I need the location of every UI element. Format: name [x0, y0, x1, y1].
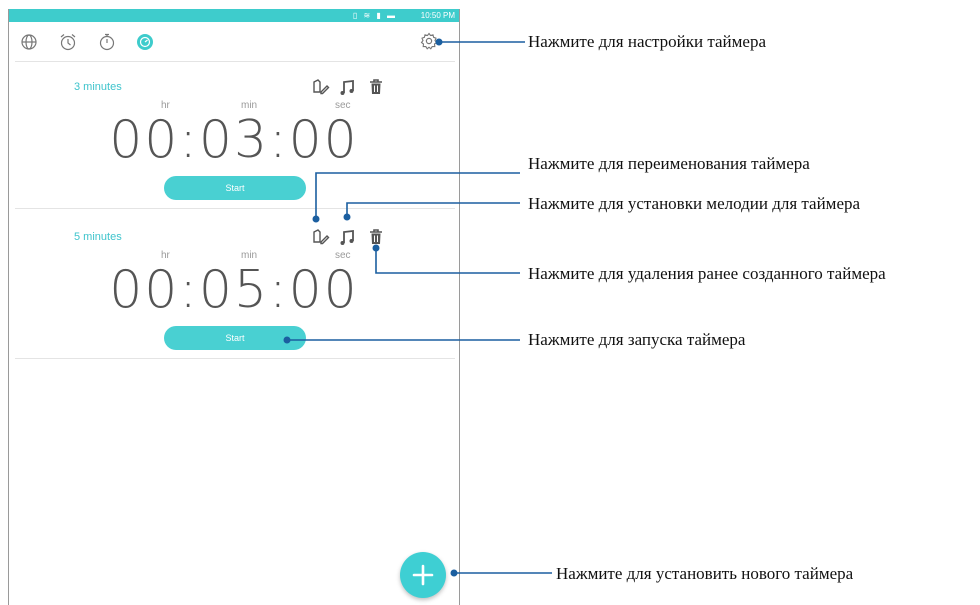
stopwatch-icon: [99, 33, 115, 51]
start-button[interactable]: Start: [164, 326, 306, 350]
rename-tag-icon: [313, 79, 330, 95]
globe-icon: [21, 34, 37, 50]
rename-tag-icon: [313, 229, 330, 245]
music-note-icon: [340, 229, 354, 245]
status-icons: ▯ ≋ ▮ ▬: [352, 11, 397, 20]
timer-icon: [137, 34, 153, 50]
trash-icon: [370, 229, 382, 244]
callout-rename: Нажмите для переименования таймера: [528, 154, 810, 173]
divider: [15, 358, 455, 359]
callout-add: Нажмите для установить нового таймера: [556, 564, 854, 583]
tablet-screen: ▯ ≋ ▮ ▬ 10:50 PM 3 minutes hr min sec 00…: [8, 9, 460, 605]
timer-name[interactable]: 3 minutes: [74, 81, 122, 93]
plus-icon: [412, 564, 434, 586]
tab-timer[interactable]: [133, 30, 157, 54]
timer-display[interactable]: 00:03:00: [9, 106, 459, 174]
timer-card: 5 minutes hr min sec 00:05:00 Start: [9, 212, 459, 358]
rename-button[interactable]: [309, 76, 331, 98]
timer-card: 3 minutes hr min sec 00:03:00 Start: [9, 62, 459, 208]
timer-actions: [309, 76, 389, 98]
tab-alarm[interactable]: [56, 30, 80, 54]
alarm-clock-icon: [60, 34, 76, 51]
callout-start: Нажмите для запуска таймера: [528, 330, 746, 349]
status-bar: ▯ ≋ ▮ ▬ 10:50 PM: [9, 9, 459, 22]
callout-ringtone: Нажмите для установки мелодии для таймер…: [528, 194, 861, 213]
timer-actions: [309, 226, 389, 248]
timer-name[interactable]: 5 minutes: [74, 231, 122, 243]
callout-settings: Нажмите для настройки таймера: [528, 32, 767, 51]
ringtone-button[interactable]: [337, 76, 359, 98]
timer-display[interactable]: 00:05:00: [9, 256, 459, 324]
rename-button[interactable]: [309, 226, 331, 248]
add-timer-button[interactable]: [400, 552, 446, 598]
status-time: 10:50 PM: [420, 11, 455, 20]
gear-icon: [420, 32, 438, 50]
tab-stopwatch[interactable]: [95, 30, 119, 54]
delete-button[interactable]: [365, 226, 387, 248]
divider: [15, 208, 455, 209]
tab-world-clock[interactable]: [17, 30, 41, 54]
delete-button[interactable]: [365, 76, 387, 98]
music-note-icon: [340, 79, 354, 95]
ringtone-button[interactable]: [337, 226, 359, 248]
trash-icon: [370, 79, 382, 94]
settings-button[interactable]: [417, 29, 441, 53]
callout-delete: Нажмите для удаления ранее созданного та…: [528, 264, 886, 283]
start-button[interactable]: Start: [164, 176, 306, 200]
tab-bar: [9, 22, 459, 62]
